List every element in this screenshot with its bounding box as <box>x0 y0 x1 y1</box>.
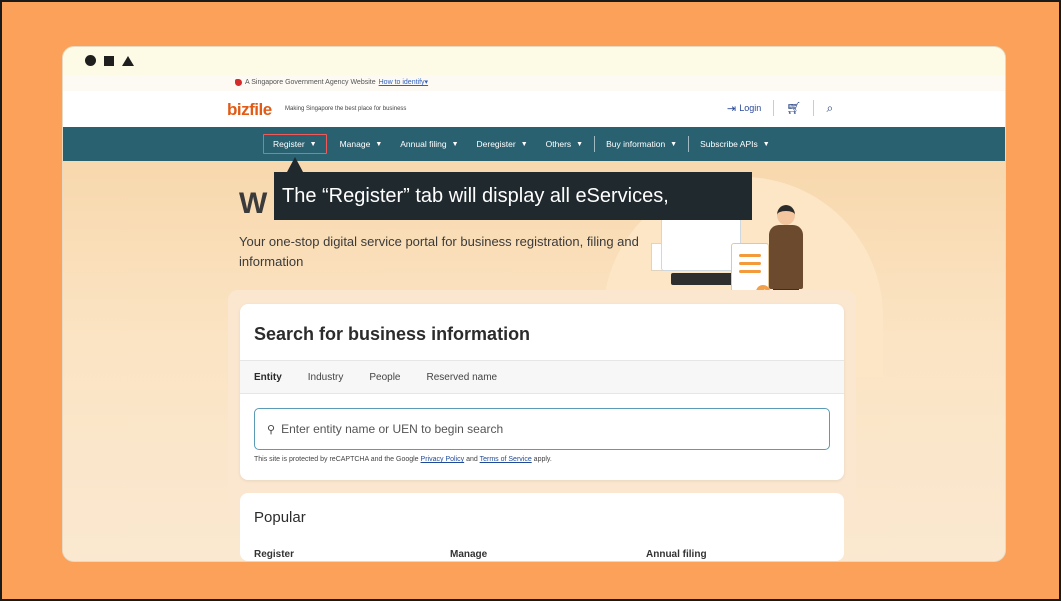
login-icon: ⇥ <box>727 102 737 115</box>
doc-line <box>739 254 761 257</box>
tab-people[interactable]: People <box>369 372 400 383</box>
monitor-illustration <box>661 213 741 271</box>
nav-label: Manage <box>339 139 371 149</box>
tab-reserved-name[interactable]: Reserved name <box>427 372 498 383</box>
circle-icon <box>85 55 96 66</box>
gov-banner-text: A Singapore Government Agency Website <box>245 78 376 86</box>
square-icon <box>104 55 114 66</box>
divider <box>813 100 815 116</box>
caret-down-icon: ▼ <box>520 140 528 148</box>
lion-head-icon <box>235 78 242 86</box>
popular-column-annual-filing: Annual filing <box>646 549 707 560</box>
caret-down-icon: ▼ <box>309 140 317 148</box>
caret-down-icon: ▼ <box>762 140 770 148</box>
login-button[interactable]: ⇥ Login <box>727 102 761 115</box>
nav-label: Buy information <box>606 139 666 149</box>
nav-subscribe-apis[interactable]: Subscribe APIs ▼ <box>691 134 779 154</box>
nav-deregister[interactable]: Deregister ▼ <box>468 134 537 154</box>
nav-divider <box>688 136 690 152</box>
search-input[interactable]: ⚲ Enter entity name or UEN to begin sear… <box>254 408 830 450</box>
nav-annual-filing[interactable]: Annual filing ▼ <box>391 134 467 154</box>
captcha-text: This site is protected by reCAPTCHA and … <box>254 456 419 463</box>
tab-entity[interactable]: Entity <box>254 372 282 383</box>
popular-column-manage: Manage <box>450 549 488 560</box>
popular-title: Popular <box>254 509 306 526</box>
tagline: Making Singapore the best place for busi… <box>285 106 407 112</box>
triangle-icon <box>122 55 134 66</box>
main-nav: Register ▼ Manage ▼ Annual filing ▼ Deregis… <box>63 127 1005 161</box>
nav-others[interactable]: Others ▼ <box>537 134 592 154</box>
search-tabs: Entity Industry People Reserved name <box>240 360 844 394</box>
popular-card: Popular Register Manage Annual filing <box>240 493 844 561</box>
popular-column-register: Register <box>254 549 295 560</box>
search-icon: ⚲ <box>267 423 276 436</box>
gov-banner: A Singapore Government Agency Website Ho… <box>63 75 1005 91</box>
search-placeholder: Enter entity name or UEN to begin search <box>281 422 504 436</box>
how-to-identify-link[interactable]: How to identify▾ <box>379 78 428 86</box>
callout-arrow <box>287 157 303 172</box>
window-shapes <box>85 55 134 66</box>
nav-buy-information[interactable]: Buy information ▼ <box>597 134 686 154</box>
search-card: Search for business information Entity I… <box>240 304 844 480</box>
privacy-policy-link[interactable]: Privacy Policy <box>421 456 465 463</box>
site-header: bizfile Making Singapore the best place … <box>63 91 1005 127</box>
nav-label: Subscribe APIs <box>700 139 758 149</box>
doc-line <box>739 262 761 265</box>
nav-register[interactable]: Register ▼ <box>263 134 327 154</box>
search-title: Search for business information <box>254 324 531 344</box>
nav-divider <box>594 136 596 152</box>
nav-label: Annual filing <box>400 139 447 149</box>
doc-line <box>739 270 761 273</box>
tutorial-callout: The “Register” tab will display all eSer… <box>274 172 752 220</box>
caret-down-icon: ▼ <box>576 140 584 148</box>
window-title-bar <box>63 47 1005 75</box>
captcha-notice: This site is protected by reCAPTCHA and … <box>254 456 552 463</box>
divider <box>773 100 775 116</box>
chevron-down-icon: ▾ <box>424 79 429 86</box>
person-head-illustration <box>777 205 795 225</box>
cart-icon[interactable]: 🛒︎ <box>786 101 801 115</box>
caret-down-icon: ▼ <box>451 140 459 148</box>
hero-description: Your one-stop digital service portal for… <box>239 234 639 269</box>
nav-label: Deregister <box>476 139 516 149</box>
bizfile-logo[interactable]: bizfile <box>227 100 272 120</box>
nav-label: Others <box>545 139 572 149</box>
caret-down-icon: ▼ <box>375 140 383 148</box>
captcha-suffix: apply. <box>533 456 552 463</box>
captcha-and: and <box>466 456 478 463</box>
terms-of-service-link[interactable]: Terms of Service <box>480 456 532 463</box>
search-icon[interactable]: ⌕ <box>826 101 833 116</box>
tab-industry[interactable]: Industry <box>308 372 344 383</box>
nav-label: Register <box>273 139 305 149</box>
person-illustration <box>769 225 803 289</box>
login-label: Login <box>739 103 762 113</box>
caret-down-icon: ▼ <box>670 140 678 148</box>
nav-manage[interactable]: Manage ▼ <box>331 134 392 154</box>
hero-title: W <box>239 187 268 220</box>
